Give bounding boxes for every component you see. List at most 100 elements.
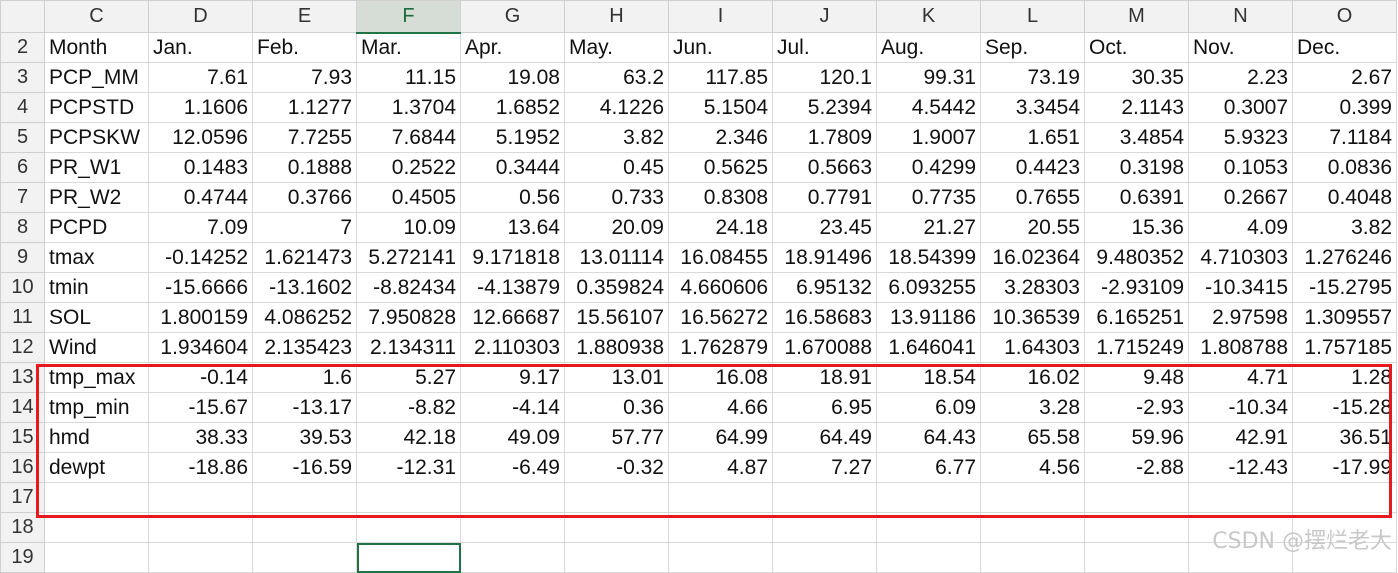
cell-k16[interactable]: 6.77	[876, 452, 981, 483]
cell-m19[interactable]	[1084, 542, 1189, 573]
cell-f14[interactable]: -8.82	[356, 392, 461, 423]
cell-e17[interactable]	[252, 482, 357, 513]
cell-l12[interactable]: 1.64303	[980, 332, 1085, 363]
cell-g9[interactable]: 9.171818	[460, 242, 565, 273]
cell-e3[interactable]: 7.93	[252, 62, 357, 93]
cell-j18[interactable]	[772, 512, 877, 543]
cell-e14[interactable]: -13.17	[252, 392, 357, 423]
cell-k7[interactable]: 0.7735	[876, 182, 981, 213]
cell-n17[interactable]	[1188, 482, 1293, 513]
row-header-7[interactable]: 7	[0, 182, 45, 213]
cell-n16[interactable]: -12.43	[1188, 452, 1293, 483]
cell-g2[interactable]: Apr.	[460, 32, 565, 63]
row-header-2[interactable]: 2	[0, 32, 45, 63]
cell-e16[interactable]: -16.59	[252, 452, 357, 483]
cell-n9[interactable]: 4.710303	[1188, 242, 1293, 273]
cell-d15[interactable]: 38.33	[148, 422, 253, 453]
cell-l14[interactable]: 3.28	[980, 392, 1085, 423]
cell-j8[interactable]: 23.45	[772, 212, 877, 243]
cell-l3[interactable]: 73.19	[980, 62, 1085, 93]
cell-e2[interactable]: Feb.	[252, 32, 357, 63]
column-header-j[interactable]: J	[772, 0, 877, 33]
cell-e5[interactable]: 7.7255	[252, 122, 357, 153]
cell-o14[interactable]: -15.28	[1292, 392, 1397, 423]
cell-o17[interactable]	[1292, 482, 1397, 513]
cell-j4[interactable]: 5.2394	[772, 92, 877, 123]
cell-i3[interactable]: 117.85	[668, 62, 773, 93]
row-header-12[interactable]: 12	[0, 332, 45, 363]
cell-d17[interactable]	[148, 482, 253, 513]
cell-e9[interactable]: 1.621473	[252, 242, 357, 273]
cell-f11[interactable]: 7.950828	[356, 302, 461, 333]
cell-g12[interactable]: 2.110303	[460, 332, 565, 363]
cell-h13[interactable]: 13.01	[564, 362, 669, 393]
cell-g4[interactable]: 1.6852	[460, 92, 565, 123]
cell-o10[interactable]: -15.2795	[1292, 272, 1397, 303]
cell-k9[interactable]: 18.54399	[876, 242, 981, 273]
cell-j2[interactable]: Jul.	[772, 32, 877, 63]
row-header-5[interactable]: 5	[0, 122, 45, 153]
cell-f5[interactable]: 7.6844	[356, 122, 461, 153]
cell-l11[interactable]: 10.36539	[980, 302, 1085, 333]
cell-n5[interactable]: 5.9323	[1188, 122, 1293, 153]
cell-d9[interactable]: -0.14252	[148, 242, 253, 273]
cell-h7[interactable]: 0.733	[564, 182, 669, 213]
column-header-k[interactable]: K	[876, 0, 981, 33]
cell-g15[interactable]: 49.09	[460, 422, 565, 453]
row-header-9[interactable]: 9	[0, 242, 45, 273]
cell-j12[interactable]: 1.670088	[772, 332, 877, 363]
cell-d10[interactable]: -15.6666	[148, 272, 253, 303]
cell-i7[interactable]: 0.8308	[668, 182, 773, 213]
row-header-10[interactable]: 10	[0, 272, 45, 303]
cell-e12[interactable]: 2.135423	[252, 332, 357, 363]
cell-d12[interactable]: 1.934604	[148, 332, 253, 363]
cell-g19[interactable]	[460, 542, 565, 573]
cell-n6[interactable]: 0.1053	[1188, 152, 1293, 183]
cell-l5[interactable]: 1.651	[980, 122, 1085, 153]
cell-d5[interactable]: 12.0596	[148, 122, 253, 153]
cell-c19[interactable]	[44, 542, 149, 573]
cell-g5[interactable]: 5.1952	[460, 122, 565, 153]
cell-f17[interactable]	[356, 482, 461, 513]
cell-g18[interactable]	[460, 512, 565, 543]
cell-c5[interactable]: PCPSKW	[44, 122, 149, 153]
cell-i12[interactable]: 1.762879	[668, 332, 773, 363]
column-header-h[interactable]: H	[564, 0, 669, 33]
cell-e11[interactable]: 4.086252	[252, 302, 357, 333]
cell-n14[interactable]: -10.34	[1188, 392, 1293, 423]
cell-h4[interactable]: 4.1226	[564, 92, 669, 123]
cell-f9[interactable]: 5.272141	[356, 242, 461, 273]
cell-i6[interactable]: 0.5625	[668, 152, 773, 183]
cell-o11[interactable]: 1.309557	[1292, 302, 1397, 333]
cell-l9[interactable]: 16.02364	[980, 242, 1085, 273]
cell-f7[interactable]: 0.4505	[356, 182, 461, 213]
cell-c7[interactable]: PR_W2	[44, 182, 149, 213]
cell-j3[interactable]: 120.1	[772, 62, 877, 93]
cell-j5[interactable]: 1.7809	[772, 122, 877, 153]
cell-h16[interactable]: -0.32	[564, 452, 669, 483]
cell-m17[interactable]	[1084, 482, 1189, 513]
cell-m18[interactable]	[1084, 512, 1189, 543]
column-header-f[interactable]: F	[356, 0, 461, 34]
cell-m8[interactable]: 15.36	[1084, 212, 1189, 243]
cell-l8[interactable]: 20.55	[980, 212, 1085, 243]
cell-i4[interactable]: 5.1504	[668, 92, 773, 123]
cell-n13[interactable]: 4.71	[1188, 362, 1293, 393]
cell-e19[interactable]	[252, 542, 357, 573]
cell-h2[interactable]: May.	[564, 32, 669, 63]
cell-k5[interactable]: 1.9007	[876, 122, 981, 153]
cell-k14[interactable]: 6.09	[876, 392, 981, 423]
column-header-n[interactable]: N	[1188, 0, 1293, 33]
cell-g8[interactable]: 13.64	[460, 212, 565, 243]
cell-g10[interactable]: -4.13879	[460, 272, 565, 303]
cell-l16[interactable]: 4.56	[980, 452, 1085, 483]
cell-m2[interactable]: Oct.	[1084, 32, 1189, 63]
cell-n4[interactable]: 0.3007	[1188, 92, 1293, 123]
row-header-15[interactable]: 15	[0, 422, 45, 453]
cell-c4[interactable]: PCPSTD	[44, 92, 149, 123]
cell-d18[interactable]	[148, 512, 253, 543]
cell-d19[interactable]	[148, 542, 253, 573]
cell-g13[interactable]: 9.17	[460, 362, 565, 393]
cell-n10[interactable]: -10.3415	[1188, 272, 1293, 303]
cell-f10[interactable]: -8.82434	[356, 272, 461, 303]
